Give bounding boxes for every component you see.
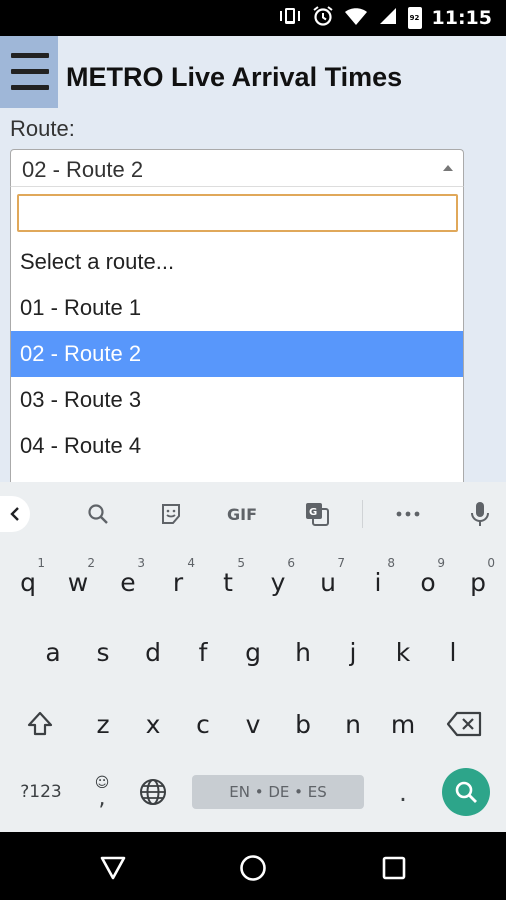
recents-square-icon bbox=[382, 856, 406, 880]
route-select[interactable]: 02 - Route 2 bbox=[10, 149, 464, 187]
globe-icon bbox=[140, 779, 166, 805]
backspace-icon bbox=[446, 711, 482, 737]
search-action-key[interactable] bbox=[442, 768, 490, 816]
app-content: METRO Live Arrival Times Route: 02 - Rou… bbox=[0, 36, 506, 482]
menu-icon bbox=[11, 53, 49, 58]
sticker-icon bbox=[162, 504, 180, 524]
route-option[interactable]: 01 - Route 1 bbox=[11, 285, 463, 331]
key-d[interactable]: d bbox=[131, 624, 175, 680]
key-o[interactable]: o9 bbox=[406, 554, 450, 610]
key-r[interactable]: r4 bbox=[156, 554, 200, 610]
space-bar[interactable]: EN • DE • ES bbox=[192, 775, 364, 809]
key-p[interactable]: p0 bbox=[456, 554, 500, 610]
search-button[interactable] bbox=[78, 494, 118, 534]
wifi-icon bbox=[344, 6, 368, 30]
home-circle-icon bbox=[240, 855, 266, 881]
translate-button[interactable]: G bbox=[297, 494, 337, 534]
key-a[interactable]: a bbox=[31, 624, 75, 680]
status-bar: 92 11:15 bbox=[0, 0, 506, 36]
voice-input-button[interactable] bbox=[460, 494, 500, 534]
key-s[interactable]: s bbox=[81, 624, 125, 680]
key-u[interactable]: u7 bbox=[306, 554, 350, 610]
page-title: METRO Live Arrival Times bbox=[66, 62, 403, 92]
key-q[interactable]: q1 bbox=[6, 554, 50, 610]
keyboard: GIF G q1 w2 e3 r4 t5 y6 u7 i8 o9 p0 a s … bbox=[0, 482, 506, 832]
period-key[interactable]: . bbox=[381, 764, 425, 820]
key-z[interactable]: z bbox=[81, 696, 125, 752]
sticker-button[interactable] bbox=[151, 494, 191, 534]
key-l[interactable]: l bbox=[431, 624, 475, 680]
key-i[interactable]: i8 bbox=[356, 554, 400, 610]
hamburger-menu-button[interactable] bbox=[0, 36, 58, 108]
key-k[interactable]: k bbox=[381, 624, 425, 680]
key-y[interactable]: y6 bbox=[256, 554, 300, 610]
route-select-value: 02 - Route 2 bbox=[22, 157, 144, 182]
battery-level-text: 92 bbox=[409, 14, 420, 22]
back-triangle-icon bbox=[100, 856, 126, 880]
signal-icon bbox=[378, 6, 398, 30]
key-x[interactable]: x bbox=[131, 696, 175, 752]
route-option[interactable]: 03 - Route 3 bbox=[11, 377, 463, 423]
battery-icon: 92 bbox=[407, 7, 422, 29]
vibrate-icon bbox=[278, 6, 302, 30]
home-button[interactable] bbox=[235, 850, 271, 886]
toolbar-divider bbox=[362, 500, 363, 528]
navigation-bar bbox=[0, 832, 506, 900]
language-key[interactable] bbox=[131, 764, 175, 820]
more-options-button[interactable] bbox=[388, 494, 428, 534]
route-option[interactable]: Select a route... bbox=[11, 239, 463, 285]
key-w[interactable]: w2 bbox=[56, 554, 100, 610]
key-v[interactable]: v bbox=[231, 696, 275, 752]
alarm-icon bbox=[312, 5, 334, 31]
shift-key[interactable] bbox=[18, 696, 62, 752]
chevron-up-icon bbox=[443, 165, 453, 171]
recents-button[interactable] bbox=[376, 850, 412, 886]
shift-icon bbox=[27, 711, 53, 736]
emoji-comma-key[interactable]: ☺ , bbox=[80, 764, 124, 820]
svg-text:G: G bbox=[309, 507, 317, 518]
search-icon bbox=[455, 781, 477, 803]
route-search-input[interactable] bbox=[17, 194, 458, 232]
chevron-left-icon bbox=[10, 507, 19, 521]
keyboard-toolbar: GIF G bbox=[0, 482, 506, 546]
route-dropdown: Select a route... 01 - Route 1 02 - Rout… bbox=[10, 186, 464, 482]
backspace-key[interactable] bbox=[442, 696, 486, 752]
key-t[interactable]: t5 bbox=[206, 554, 250, 610]
key-f[interactable]: f bbox=[181, 624, 225, 680]
key-m[interactable]: m bbox=[381, 696, 425, 752]
key-c[interactable]: c bbox=[181, 696, 225, 752]
route-label: Route: bbox=[10, 116, 75, 141]
key-n[interactable]: n bbox=[331, 696, 375, 752]
route-option[interactable]: 04 - Route 4 bbox=[11, 423, 463, 469]
gif-button[interactable]: GIF bbox=[222, 494, 262, 534]
key-e[interactable]: e3 bbox=[106, 554, 150, 610]
clock: 11:15 bbox=[431, 7, 492, 29]
microphone-icon bbox=[471, 502, 489, 526]
collapse-toolbar-button[interactable] bbox=[0, 496, 30, 532]
more-horizontal-icon bbox=[396, 511, 420, 517]
back-button[interactable] bbox=[95, 850, 131, 886]
key-g[interactable]: g bbox=[231, 624, 275, 680]
route-option-selected[interactable]: 02 - Route 2 bbox=[11, 331, 463, 377]
symbols-key[interactable]: ?123 bbox=[12, 764, 70, 820]
search-icon bbox=[88, 504, 108, 524]
key-h[interactable]: h bbox=[281, 624, 325, 680]
key-j[interactable]: j bbox=[331, 624, 375, 680]
route-option[interactable]: 05 - Route 5 bbox=[11, 469, 463, 482]
key-b[interactable]: b bbox=[281, 696, 325, 752]
translate-icon: G bbox=[306, 503, 329, 526]
